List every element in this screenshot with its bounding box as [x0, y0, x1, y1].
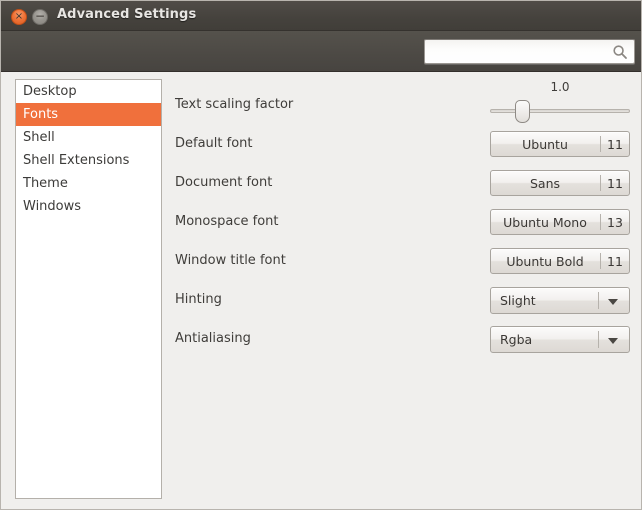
- dropdown-hinting[interactable]: Slight: [490, 287, 630, 314]
- search-icon[interactable]: [612, 44, 628, 60]
- slider-track[interactable]: [490, 109, 630, 113]
- dropdown-antialiasing[interactable]: Rgba: [490, 326, 630, 353]
- close-button[interactable]: ×: [11, 9, 27, 25]
- setting-row: Hinting Slight: [175, 285, 630, 315]
- font-picker-button[interactable]: Ubuntu 11: [490, 131, 630, 157]
- sidebar-item-shell-extensions[interactable]: Shell Extensions: [16, 149, 161, 172]
- setting-row: Document font Sans 11: [175, 168, 630, 198]
- sidebar-item-label: Fonts: [23, 107, 59, 122]
- divider: [598, 331, 599, 348]
- setting-label: Hinting: [175, 292, 222, 307]
- setting-row: Monospace font Ubuntu Mono 13: [175, 207, 630, 237]
- divider: [598, 292, 599, 309]
- setting-label: Document font: [175, 175, 273, 190]
- close-icon: ×: [14, 11, 24, 22]
- chevron-down-icon[interactable]: [608, 299, 618, 305]
- font-size-label: 13: [607, 215, 623, 230]
- minimize-button[interactable]: −: [32, 9, 48, 25]
- title-bar: × − Advanced Settings: [1, 1, 641, 31]
- settings-panel: Text scaling factor 1.0 Default font Ubuntu…: [175, 72, 641, 509]
- setting-label: Monospace font: [175, 214, 279, 229]
- sidebar-item-label: Shell: [23, 130, 55, 145]
- setting-label: Antialiasing: [175, 331, 251, 346]
- setting-row: Window title font Ubuntu Bold 11: [175, 246, 630, 276]
- minimize-icon: −: [34, 9, 46, 23]
- dropdown-value: Slight: [500, 293, 536, 308]
- font-picker-button[interactable]: Sans 11: [490, 170, 630, 196]
- sidebar-item-theme[interactable]: Theme: [16, 172, 161, 195]
- setting-label: Text scaling factor: [175, 97, 294, 112]
- font-picker-button[interactable]: Ubuntu Mono 13: [490, 209, 630, 235]
- toolbar: [1, 31, 641, 72]
- text-scaling-slider[interactable]: 1.0: [490, 80, 630, 126]
- slider-handle[interactable]: [514, 100, 530, 123]
- font-size-label: 11: [607, 254, 623, 269]
- search-box[interactable]: [424, 39, 635, 64]
- window-title: Advanced Settings: [57, 7, 197, 22]
- sidebar-item-shell[interactable]: Shell: [16, 126, 161, 149]
- sidebar-item-label: Desktop: [23, 84, 77, 99]
- sidebar-item-label: Shell Extensions: [23, 153, 130, 168]
- font-name-label: Ubuntu: [522, 137, 568, 152]
- setting-label: Default font: [175, 136, 253, 151]
- slider-value: 1.0: [550, 80, 570, 94]
- content-area: Desktop Fonts Shell Shell Extensions Theme Wi…: [1, 72, 641, 509]
- font-name-label: Ubuntu Mono: [503, 215, 587, 230]
- setting-label: Window title font: [175, 253, 286, 268]
- dropdown-value: Rgba: [500, 332, 533, 347]
- sidebar-item-windows[interactable]: Windows: [16, 195, 161, 218]
- advanced-settings-window: × − Advanced Settings Desktop Fonts Shell S…: [0, 0, 642, 510]
- font-size-label: 11: [607, 176, 623, 191]
- sidebar-item-label: Windows: [23, 199, 82, 214]
- sidebar-item-fonts[interactable]: Fonts: [16, 103, 161, 126]
- search-input[interactable]: [430, 42, 612, 63]
- font-size-label: 11: [607, 137, 623, 152]
- sidebar-item-desktop[interactable]: Desktop: [16, 80, 161, 103]
- setting-row: Antialiasing Rgba: [175, 324, 630, 354]
- font-picker-button[interactable]: Ubuntu Bold 11: [490, 248, 630, 274]
- category-list[interactable]: Desktop Fonts Shell Shell Extensions Theme Wi…: [15, 79, 162, 499]
- setting-row: Default font Ubuntu 11: [175, 129, 630, 159]
- setting-row: Text scaling factor 1.0: [175, 80, 630, 123]
- sidebar-item-label: Theme: [23, 176, 68, 191]
- font-name-label: Ubuntu Bold: [506, 254, 584, 269]
- chevron-down-icon[interactable]: [608, 338, 618, 344]
- font-name-label: Sans: [529, 176, 561, 191]
